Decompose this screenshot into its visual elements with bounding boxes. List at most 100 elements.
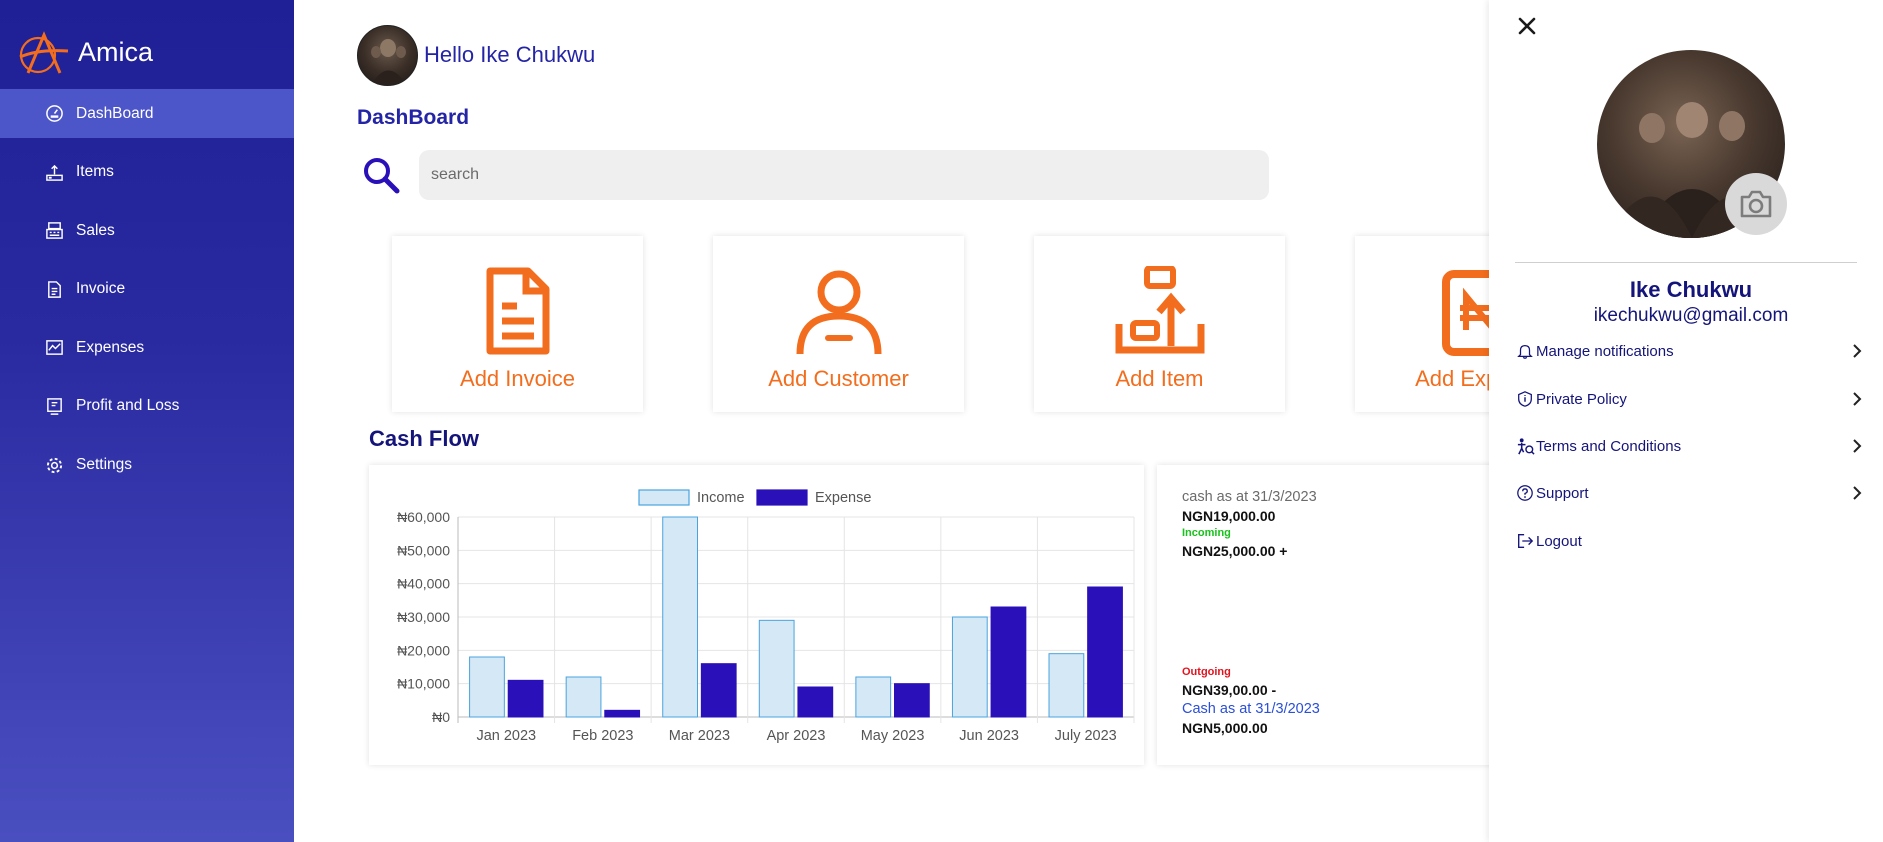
help-icon	[1515, 483, 1535, 503]
change-photo-button[interactable]	[1725, 173, 1787, 235]
bell-icon	[1515, 341, 1535, 361]
brand[interactable]: Amica	[18, 30, 153, 74]
menu-label: Manage notifications	[1536, 342, 1674, 360]
outgoing-label: Outgoing	[1182, 666, 1231, 678]
sidebar-item-settings[interactable]: Settings	[0, 441, 294, 490]
add-item-card[interactable]: Add Item	[1034, 236, 1285, 412]
sidebar-item-dashboard[interactable]: DashBoard	[0, 89, 294, 138]
bar-expense	[604, 709, 641, 718]
add-expense-card[interactable]: Add Expense	[1355, 236, 1489, 412]
bar-expense	[700, 663, 737, 718]
menu-label: Terms and Conditions	[1536, 437, 1682, 455]
x-tick-label: Feb 2023	[572, 728, 633, 744]
cash-summary-card: cash as at 31/3/2023 NGN19,000.00 Incomi…	[1157, 465, 1489, 765]
sidebar-item-label: Invoice	[76, 280, 126, 298]
legend-swatch	[638, 489, 690, 506]
legend-label: Expense	[815, 490, 871, 506]
bar-expense	[507, 679, 544, 718]
menu-label: Logout	[1536, 532, 1582, 550]
profile-name: Ike Chukwu	[1629, 277, 1753, 302]
chevron-right-icon	[1853, 344, 1862, 358]
menu-label: Support	[1536, 484, 1589, 502]
sidebar-item-label: Settings	[76, 456, 133, 474]
card-label: Add Customer	[768, 366, 909, 391]
cash-flow-chart: ₦0 ₦10,000 ₦20,000 ₦30,000 ₦40,000 ₦50,000 ₦60…	[369, 465, 1144, 765]
legend-label: Income	[697, 490, 745, 506]
add-customer-card[interactable]: Add Customer	[713, 236, 964, 412]
sidebar-item-expenses[interactable]: Expenses	[0, 323, 294, 372]
menu-terms-and-conditions[interactable]: Terms and Conditions	[1515, 432, 1867, 460]
menu-private-policy[interactable]: Private Policy	[1515, 385, 1867, 413]
avatar[interactable]	[357, 25, 418, 86]
sidebar-item-invoice[interactable]: Invoice	[0, 265, 294, 314]
y-tick-label: ₦60,000	[397, 509, 450, 525]
close-icon[interactable]	[1515, 14, 1539, 38]
outgoing-value: NGN39,00.00 -	[1182, 682, 1277, 698]
y-tick-label: ₦50,000	[397, 542, 450, 558]
sidebar-item-profit-and-loss[interactable]: Profit and Loss	[0, 382, 294, 431]
profile-panel: Ike Chukwu ikechukwu@gmail.com Manage no…	[1489, 0, 1883, 842]
x-tick-label: May 2023	[861, 728, 925, 744]
sidebar-item-label: Expenses	[76, 338, 145, 356]
invoice-icon	[44, 279, 64, 299]
search-input[interactable]	[419, 150, 1269, 200]
incoming-value: NGN25,000.00 +	[1182, 543, 1288, 559]
bar-chart: ₦0 ₦10,000 ₦20,000 ₦30,000 ₦40,000 ₦50,000 ₦60…	[397, 489, 1135, 744]
x-tick-label: July 2023	[1055, 728, 1117, 744]
y-tick-label: ₦20,000	[397, 642, 450, 658]
sidebar-item-items[interactable]: Items	[0, 148, 294, 197]
profit-loss-icon	[44, 396, 64, 416]
document-icon	[486, 267, 549, 355]
dashboard-icon	[44, 104, 64, 124]
card-label: Add Item	[1115, 366, 1204, 391]
menu-manage-notifications[interactable]: Manage notifications	[1515, 337, 1867, 365]
bar-income	[855, 676, 892, 718]
terms-icon	[1515, 436, 1535, 456]
expenses-icon	[44, 338, 64, 358]
chevron-right-icon	[1853, 392, 1862, 406]
y-tick-label: ₦0	[432, 709, 450, 725]
cash-label: cash as at 31/3/2023	[1182, 489, 1317, 505]
shield-icon	[1515, 389, 1535, 409]
app-root: Amica DashBoard Items Sales Invoice Expe…	[0, 0, 1883, 842]
bar-income	[565, 676, 602, 718]
sidebar-item-label: Profit and Loss	[76, 397, 180, 415]
main-clip: Hello Ike Chukwu DashBoard Add Invoice	[294, 0, 1489, 842]
bar-income	[758, 619, 795, 718]
bar-income	[1048, 653, 1085, 718]
greeting: Hello Ike Chukwu	[424, 42, 596, 67]
naira-icon	[1441, 270, 1489, 356]
items-icon	[44, 162, 64, 182]
divider	[1515, 262, 1857, 263]
menu-support[interactable]: Support	[1515, 479, 1867, 507]
bar-expense	[894, 683, 930, 718]
upload-box-icon	[1115, 266, 1204, 354]
chevron-right-icon	[1853, 439, 1862, 453]
sidebar-item-label: Items	[76, 163, 114, 181]
gear-icon	[44, 455, 64, 475]
add-invoice-card[interactable]: Add Invoice	[392, 236, 643, 412]
sidebar-nav: DashBoard Items Sales Invoice Expenses P…	[0, 89, 294, 499]
camera-icon	[1740, 190, 1772, 218]
cash-value-2: NGN5,000.00	[1182, 720, 1268, 736]
sidebar-item-sales[interactable]: Sales	[0, 206, 294, 255]
card-label: Add Invoice	[460, 366, 575, 391]
cash-register-icon	[44, 221, 64, 241]
logout-icon	[1515, 531, 1535, 551]
bar-expense	[797, 686, 834, 718]
search-icon[interactable]	[361, 155, 401, 195]
user-icon	[796, 270, 881, 355]
incoming-label: Incoming	[1182, 527, 1231, 539]
cash-value: NGN19,000.00	[1182, 508, 1276, 524]
card-label: Add Expense	[1415, 366, 1489, 391]
bar-income	[469, 656, 505, 718]
bar-expense	[990, 606, 1027, 718]
y-tick-label: ₦30,000	[397, 609, 450, 625]
x-tick-label: Jan 2023	[476, 728, 536, 744]
bar-income	[662, 516, 698, 718]
amica-logo-icon	[19, 31, 69, 74]
brand-name: Amica	[78, 36, 154, 67]
page-title: DashBoard	[357, 106, 470, 129]
menu-logout[interactable]: Logout	[1515, 527, 1867, 555]
y-tick-label: ₦10,000	[397, 676, 450, 692]
